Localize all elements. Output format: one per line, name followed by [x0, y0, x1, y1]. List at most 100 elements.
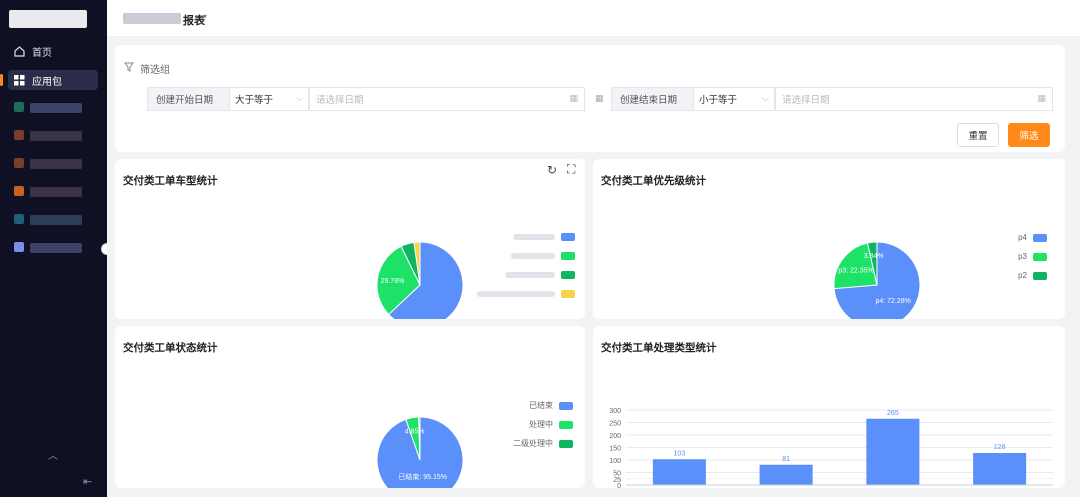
bar[interactable] [973, 453, 1027, 485]
blurred-nav-icon[interactable] [14, 186, 24, 196]
bar[interactable] [866, 418, 920, 485]
legend-item[interactable]: p2 [1018, 271, 1047, 280]
active-indicator [0, 74, 3, 86]
page-title[interactable]: 报表 [183, 12, 205, 28]
y-tick-label: 0 [617, 483, 621, 488]
reset-button[interactable]: 重置 [957, 123, 999, 147]
legend-item[interactable]: p3 [1018, 252, 1047, 261]
legend-swatch [561, 252, 575, 260]
bar-value-label: 265 [887, 410, 899, 417]
legend-label-blurred [511, 253, 555, 259]
legend-swatch [1033, 252, 1047, 261]
calendar-icon: ▦ [595, 93, 604, 103]
sidebar-item-label: 应用包 [32, 76, 62, 88]
legend-item[interactable] [511, 252, 575, 260]
slice-label: 4.85% [405, 429, 425, 436]
legend-item[interactable] [477, 290, 575, 298]
breadcrumb-blurred [123, 13, 181, 24]
end-date-label: 创建结束日期 [611, 87, 693, 111]
blurred-nav-icon[interactable] [14, 242, 24, 252]
sidebar-item-apps[interactable]: 应用包 [8, 70, 98, 90]
legend-swatch [561, 290, 575, 298]
chevron-down-icon: ⌵ [296, 93, 303, 103]
home-icon [14, 45, 25, 57]
slice-label: 29.78% [381, 278, 405, 285]
legend-label: 处理中 [529, 420, 553, 429]
slice-label: 已结束: 95.15% [398, 472, 447, 481]
y-tick-label: 100 [609, 458, 621, 465]
legend-label: 二级处理中 [513, 439, 553, 448]
filter-button[interactable]: 筛选 [1008, 123, 1050, 147]
start-operator-select[interactable]: 大于等于 ⌵ [229, 87, 309, 111]
bar[interactable] [652, 459, 706, 485]
y-tick-label: 200 [609, 433, 621, 440]
blurred-nav-icon[interactable] [14, 102, 24, 112]
legend-item[interactable]: p4 [1018, 233, 1047, 242]
bar-value-label: 128 [994, 444, 1006, 451]
fold-menu-icon[interactable]: ⇤ [83, 475, 92, 488]
blurred-nav-icon[interactable] [14, 130, 24, 140]
legend-label: 已结束 [529, 401, 553, 410]
legend-swatch [559, 420, 573, 429]
end-operator-select[interactable]: 小于等于 ⌵ [693, 87, 775, 111]
legend-swatch [1033, 233, 1047, 242]
pie-chart-status: 已结束: 95.15% 4.85% [376, 416, 464, 488]
caret-down-icon[interactable]: ▾ [203, 12, 207, 21]
filter-icon [124, 62, 134, 75]
blurred-nav-item[interactable] [30, 215, 82, 225]
blurred-nav-item[interactable] [30, 159, 82, 169]
legend-item[interactable]: 已结束 [529, 400, 573, 411]
sidebar: 首页 应用包 ︿ ⇤ [0, 0, 113, 497]
legend-label-blurred [513, 234, 555, 240]
pie-chart-priority: p4: 72.28% p3: 22.35% 3.84% [833, 241, 921, 319]
topbar: 报表 ▾ [107, 0, 1080, 37]
blurred-nav-icon[interactable] [14, 158, 24, 168]
slice-label: p3: 22.35% [838, 268, 873, 275]
chart-card-model: 交付类工单车型统计 ↻ ⛶ 29.78% [115, 159, 585, 319]
legend-label-blurred [477, 291, 555, 297]
chevron-up-icon[interactable]: ︿ [48, 447, 58, 462]
legend-item[interactable]: 处理中 [529, 419, 573, 430]
bar-chart-handling-type: 0501001502002503002510381265128 [609, 408, 1053, 488]
blurred-nav-item[interactable] [30, 187, 82, 197]
blurred-nav-item[interactable] [30, 131, 82, 141]
grid-icon [14, 74, 25, 86]
filter-panel: 筛选组 创建开始日期 大于等于 ⌵ 请选择日期 ▦ ▦ 创建结束日期 小于等于 … [115, 45, 1065, 152]
legend-label: p4 [1018, 233, 1027, 242]
chart-card-status: 交付类工单状态统计 已结束: 95.15% 4.85% 已结束 处理中 二级处理中 [115, 326, 585, 488]
legend-label: p3 [1018, 252, 1027, 261]
slice-label: 3.84% [864, 253, 884, 260]
end-date-input[interactable]: 请选择日期 ▦ [775, 87, 1053, 111]
bar[interactable] [759, 464, 813, 485]
blurred-nav-item[interactable] [30, 103, 82, 113]
legend-label-blurred [505, 272, 555, 278]
y-tick-label: 25 [613, 477, 621, 484]
start-date-label: 创建开始日期 [147, 87, 229, 111]
filter-heading: 筛选组 [124, 61, 170, 76]
bar-value-label: 81 [782, 456, 790, 463]
legend-swatch [561, 233, 575, 241]
y-tick-label: 150 [609, 446, 621, 453]
slice-label: p4: 72.28% [875, 298, 910, 305]
legend-item[interactable] [505, 271, 575, 279]
legend-swatch [559, 439, 573, 448]
main-content: 筛选组 创建开始日期 大于等于 ⌵ 请选择日期 ▦ ▦ 创建结束日期 小于等于 … [107, 37, 1080, 497]
legend-item[interactable] [513, 233, 575, 241]
blurred-nav-item[interactable] [30, 243, 82, 253]
chart-card-priority: 交付类工单优先级统计 p4: 72.28% p3: 22.35% 3.84% p4 p… [593, 159, 1065, 319]
chart-card-handling-type: 交付类工单处理类型统计 0 50 100 150 200 250 300 25 103 81 265… [593, 326, 1065, 488]
blurred-nav-icon[interactable] [14, 214, 24, 224]
bar-value-label: 103 [674, 450, 686, 457]
legend-swatch [561, 271, 575, 279]
start-date-input[interactable]: 请选择日期 ▦ [309, 87, 585, 111]
legend-label: p2 [1018, 271, 1027, 280]
chevron-down-icon: ⌵ [762, 93, 769, 103]
legend-item[interactable]: 二级处理中 [513, 438, 573, 449]
y-tick-label: 300 [609, 408, 621, 415]
legend-swatch [559, 401, 573, 410]
legend-swatch [1033, 271, 1047, 280]
sidebar-item-home[interactable]: 首页 [8, 41, 98, 61]
sidebar-item-label: 首页 [32, 47, 52, 59]
calendar-icon: ▦ [569, 93, 578, 103]
y-tick-label: 250 [609, 421, 621, 428]
